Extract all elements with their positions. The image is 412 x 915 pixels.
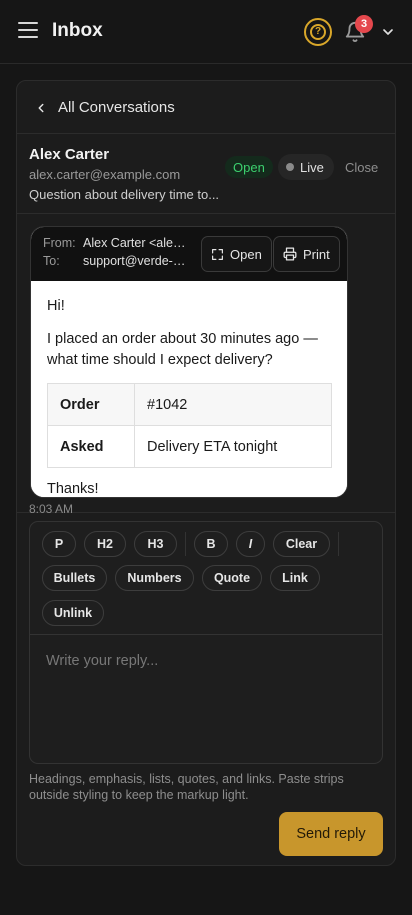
conversation-header: Alex Carter alex.carter@example.com Ques… xyxy=(17,134,395,214)
menu-icon[interactable] xyxy=(18,22,38,40)
message-body: Hi! I placed an order about 30 minutes a… xyxy=(31,281,347,497)
close-conversation-button[interactable]: Close xyxy=(345,160,378,175)
back-label: All Conversations xyxy=(58,99,175,116)
message-greeting: Hi! xyxy=(47,298,65,314)
toolbar-numbers-button[interactable]: Numbers xyxy=(115,565,194,591)
toolbar-divider xyxy=(185,532,186,556)
live-toggle[interactable]: Live xyxy=(278,154,334,180)
open-message-button[interactable]: Open xyxy=(201,236,272,272)
chevron-down-icon[interactable] xyxy=(380,24,396,40)
message-text: I placed an order about 30 minutes ago —… xyxy=(47,331,318,368)
status-badge: Open xyxy=(225,156,273,178)
toolbar-italic-button[interactable]: I xyxy=(236,531,265,557)
toolbar-divider xyxy=(338,532,339,556)
toolbar-link-button[interactable]: Link xyxy=(270,565,320,591)
top-bar: Inbox ? 3 xyxy=(0,0,412,64)
table-key: Asked xyxy=(47,425,135,468)
contact-email: alex.carter@example.com xyxy=(29,167,181,182)
toolbar-bold-button[interactable]: B xyxy=(194,531,228,557)
chevron-left-icon xyxy=(38,103,44,113)
toolbar-quote-button[interactable]: Quote xyxy=(202,565,262,591)
toolbar-paragraph-button[interactable]: P xyxy=(42,531,76,557)
toolbar-bullets-button[interactable]: Bullets xyxy=(42,565,107,591)
order-table: Order #1042 Asked Delivery ETA tonight xyxy=(47,383,332,468)
table-row: Asked Delivery ETA tonight xyxy=(47,425,332,468)
send-reply-button[interactable]: Send reply xyxy=(279,812,383,856)
printer-icon xyxy=(283,247,297,261)
print-label: Print xyxy=(303,246,330,262)
notification-badge: 3 xyxy=(355,15,373,33)
toolbar-clear-button[interactable]: Clear xyxy=(273,531,330,557)
toolbar-h2-button[interactable]: H2 xyxy=(84,531,126,557)
message-meta: From: Alex Carter <alex.carter@example.co… xyxy=(31,227,347,281)
contact-name: Alex Carter xyxy=(29,146,110,163)
toolbar-unlink-button[interactable]: Unlink xyxy=(42,600,104,626)
back-to-conversations[interactable]: All Conversations xyxy=(17,81,395,134)
editor-hint: Headings, emphasis, lists, quotes, and l… xyxy=(29,772,344,802)
editor-divider xyxy=(30,634,382,635)
message-card: From: Alex Carter <alex.carter@example.co… xyxy=(30,226,348,498)
reply-input[interactable]: Write your reply... xyxy=(46,653,158,669)
to-label: To: xyxy=(43,254,60,268)
help-icon[interactable]: ? xyxy=(304,18,332,46)
table-key: Order xyxy=(47,383,135,426)
from-value: Alex Carter <alex.carter@example.com> xyxy=(83,236,189,250)
table-row: Order #1042 xyxy=(47,383,332,426)
message-timestamp: 8:03 AM xyxy=(29,502,74,516)
live-label: Live xyxy=(300,159,324,175)
table-value: Delivery ETA tonight xyxy=(134,425,332,468)
conversation-subject: Question about delivery time to... xyxy=(29,187,220,202)
from-line: From: Alex Carter <alex.carter@example.co… xyxy=(43,236,189,250)
to-value: support@verde-rutas.example xyxy=(83,254,189,268)
table-value: #1042 xyxy=(134,383,332,426)
print-message-button[interactable]: Print xyxy=(273,236,340,272)
open-label: Open xyxy=(230,246,262,262)
reply-editor: P H2 H3 B I Clear Bullets Numbers Quote … xyxy=(29,521,383,764)
expand-icon xyxy=(212,248,223,260)
message-thread: From: Alex Carter <alex.carter@example.co… xyxy=(17,215,395,516)
notifications-button[interactable]: 3 xyxy=(344,15,373,44)
page-title: Inbox xyxy=(52,20,103,41)
to-line: To: support@verde-rutas.example xyxy=(43,254,189,268)
from-label: From: xyxy=(43,236,76,250)
toolbar-h3-button[interactable]: H3 xyxy=(134,531,177,557)
message-closing: Thanks! xyxy=(47,481,99,497)
live-dot-icon xyxy=(286,163,294,171)
conversation-panel: All Conversations Alex Carter alex.carte… xyxy=(16,80,396,866)
